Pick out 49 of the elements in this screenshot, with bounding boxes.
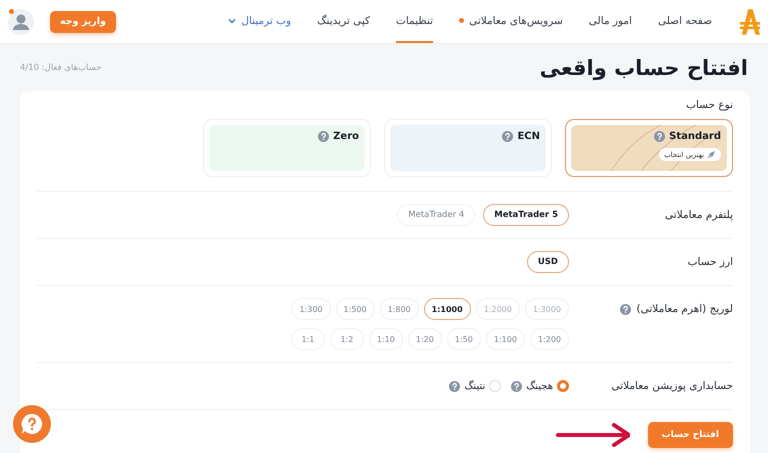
help-icon[interactable] [502, 131, 514, 142]
field-label: نوع حساب [685, 99, 733, 111]
option-chip[interactable]: 1:10 [368, 328, 403, 350]
nav-link[interactable]: صفحه اصلی [658, 0, 712, 43]
nav-link[interactable]: امور مالی [588, 0, 632, 43]
account-type-card[interactable]: Zero [203, 119, 371, 177]
help-icon[interactable] [620, 304, 631, 314]
help-icon[interactable] [511, 380, 522, 392]
option-chip[interactable]: 1:800 [380, 298, 419, 320]
radio-button[interactable] [557, 380, 569, 392]
field-label: پلتفرم معاملاتی [664, 209, 733, 221]
help-icon[interactable] [654, 131, 666, 142]
option-chip[interactable]: 1:100 [486, 328, 525, 350]
deposit-button[interactable]: واریز وجه [50, 10, 116, 32]
chevron-down-icon [228, 18, 236, 24]
account-type-card[interactable]: ECN [384, 119, 552, 177]
nav-link[interactable]: کپی تریدینگ [317, 0, 370, 43]
option-chip[interactable]: 1:20 [408, 328, 442, 350]
nav-link[interactable]: سرویس‌های معاملاتی [459, 0, 563, 43]
nav-link[interactable]: تنظیمات [396, 0, 434, 43]
account-type-name: ECN [517, 131, 540, 142]
chat-help-icon [21, 413, 43, 435]
field-label: حسابداری پوزیشن معاملاتی [610, 380, 733, 392]
avatar-icon[interactable] [8, 8, 34, 34]
option-chip[interactable]: 1:200 [530, 328, 569, 350]
option-chip[interactable]: 1:500 [336, 298, 375, 320]
option-chip[interactable]: 1:50 [446, 328, 481, 350]
option-chip[interactable]: 1:2 [330, 328, 364, 350]
account-type-name: Zero [333, 131, 359, 142]
option-chip[interactable]: 1:300 [291, 298, 331, 320]
option-chip[interactable]: USD [526, 251, 569, 273]
active-accounts-count: حساب‌های فعال: 4/10 [20, 62, 102, 72]
field-label: ارز حساب [686, 256, 733, 268]
rocket-icon [707, 150, 716, 159]
account-type-name: Standard [669, 131, 721, 142]
option-chip[interactable]: MetaTrader 4 [397, 204, 476, 226]
radio-option[interactable]: هجینگ [526, 380, 569, 392]
open-account-button[interactable]: افتتاح حساب [648, 422, 733, 448]
option-chip[interactable]: MetaTrader 5 [483, 204, 569, 226]
help-icon[interactable] [318, 131, 330, 142]
option-chip[interactable]: 1:1000 [424, 298, 471, 320]
arrow-icon [554, 423, 630, 447]
option-chip[interactable]: 1:1 [290, 328, 325, 350]
help-icon[interactable] [449, 380, 460, 392]
nav-link[interactable]: وب ترمینال [228, 0, 292, 43]
radio-option[interactable]: نتینگ [464, 380, 502, 392]
page-title: افتتاح حساب واقعی [540, 56, 748, 80]
logo-icon[interactable] [740, 8, 760, 34]
field-label: لوریج (اهرم معاملاتی) [636, 303, 733, 315]
